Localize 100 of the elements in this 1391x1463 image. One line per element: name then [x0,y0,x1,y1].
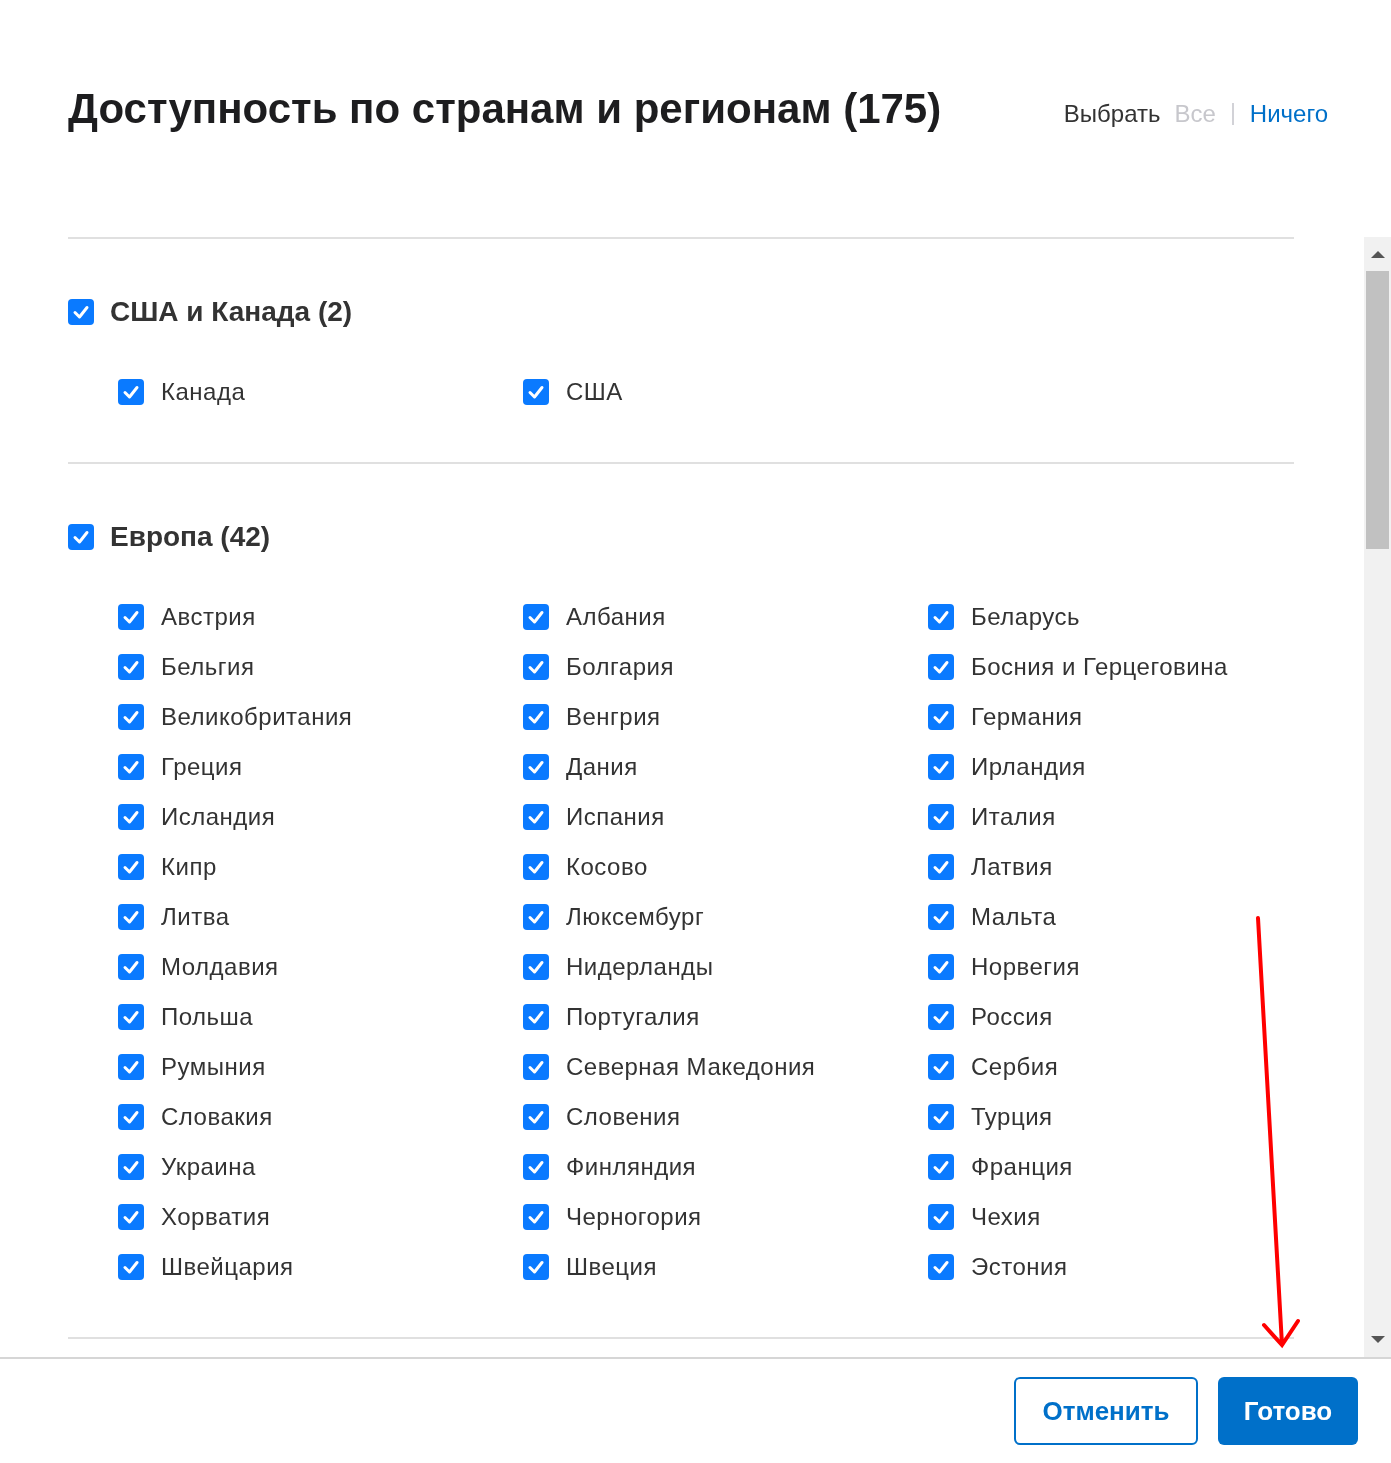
checkbox[interactable] [118,1204,144,1230]
checkbox[interactable] [928,1154,954,1180]
check-icon [527,758,545,776]
checkbox[interactable] [118,754,144,780]
check-icon [527,383,545,401]
checkbox[interactable] [118,604,144,630]
checkbox[interactable] [68,524,94,550]
checkbox[interactable] [928,904,954,930]
done-button[interactable]: Готово [1218,1377,1358,1445]
country-label: Великобритания [161,702,353,732]
checkbox[interactable] [928,1054,954,1080]
check-icon [122,658,140,676]
country-label: Венгрия [566,702,661,732]
checkbox[interactable] [523,954,549,980]
check-icon [932,608,950,626]
checkbox[interactable] [118,954,144,980]
checkbox[interactable] [118,1054,144,1080]
checkbox[interactable] [118,904,144,930]
check-icon [122,908,140,926]
select-option-link[interactable]: Ничего [1249,96,1328,132]
checkbox[interactable] [928,954,954,980]
country-label: Латвия [971,852,1053,882]
checkbox[interactable] [118,1154,144,1180]
check-icon [932,1158,950,1176]
checkbox[interactable] [523,904,549,930]
checkbox[interactable] [523,1204,549,1230]
check-icon [122,1008,140,1026]
country-label: Франция [971,1152,1073,1182]
cancel-button[interactable]: Отменить [1014,1377,1198,1445]
checkbox[interactable] [928,1254,954,1280]
checkbox[interactable] [523,804,549,830]
country-label: Босния и Герцеговина [971,652,1228,682]
checkbox[interactable] [118,379,144,405]
checkbox[interactable] [523,1104,549,1130]
check-icon [122,958,140,976]
checkbox[interactable] [928,804,954,830]
scrollbar-thumb[interactable] [1366,271,1389,549]
checkbox[interactable] [523,604,549,630]
check-icon [122,1208,140,1226]
country-label: Турция [971,1102,1053,1132]
scrollbar[interactable] [1364,237,1391,1357]
checkbox[interactable] [118,854,144,880]
checkbox[interactable] [118,1004,144,1030]
checkbox[interactable] [523,1004,549,1030]
check-icon [932,1008,950,1026]
checkbox[interactable] [118,804,144,830]
country-label: Словакия [161,1102,273,1132]
country-label: Северная Македония [566,1052,816,1082]
country-label: Россия [971,1002,1053,1032]
checkbox[interactable] [928,604,954,630]
country-label: Украина [161,1152,256,1182]
scroll-up-icon[interactable] [1369,249,1386,259]
check-icon [932,908,950,926]
checkbox[interactable] [928,654,954,680]
country-label: Болгария [566,652,674,682]
checkbox[interactable] [523,854,549,880]
checkbox[interactable] [928,704,954,730]
check-icon [932,708,950,726]
country-label: Кипр [161,852,217,882]
checkbox[interactable] [118,704,144,730]
country-label: Литва [161,902,230,932]
country-label: Румыния [161,1052,266,1082]
checkbox[interactable] [928,754,954,780]
checkbox[interactable] [523,654,549,680]
checkbox[interactable] [523,1054,549,1080]
country-label: Беларусь [971,602,1080,632]
checkbox[interactable] [928,1204,954,1230]
scroll-down-icon[interactable] [1369,1335,1386,1345]
checkbox[interactable] [523,704,549,730]
check-icon [527,858,545,876]
checkbox[interactable] [118,1104,144,1130]
check-icon [527,1058,545,1076]
country-label: Польша [161,1002,254,1032]
check-icon [122,1108,140,1126]
check-icon [932,1058,950,1076]
check-icon [72,528,90,546]
country-label: Австрия [161,602,256,632]
checkbox[interactable] [928,1004,954,1030]
country-label: Мальта [971,902,1057,932]
group-heading: США и Канада (2) [110,295,353,329]
check-icon [122,608,140,626]
checkbox[interactable] [118,654,144,680]
checkbox[interactable] [523,754,549,780]
check-icon [932,808,950,826]
group-heading: Европа (42) [110,520,271,554]
check-icon [122,708,140,726]
country-label: Бельгия [161,652,255,682]
checkbox[interactable] [523,379,549,405]
check-icon [122,1258,140,1276]
country-label: Эстония [971,1252,1068,1282]
checkbox[interactable] [118,1254,144,1280]
checkbox[interactable] [523,1254,549,1280]
checkbox[interactable] [523,1154,549,1180]
check-icon [72,303,90,321]
checkbox[interactable] [928,854,954,880]
checkbox[interactable] [68,299,94,325]
check-icon [932,1258,950,1276]
country-label: Молдавия [161,952,279,982]
check-icon [527,1258,545,1276]
checkbox[interactable] [928,1104,954,1130]
